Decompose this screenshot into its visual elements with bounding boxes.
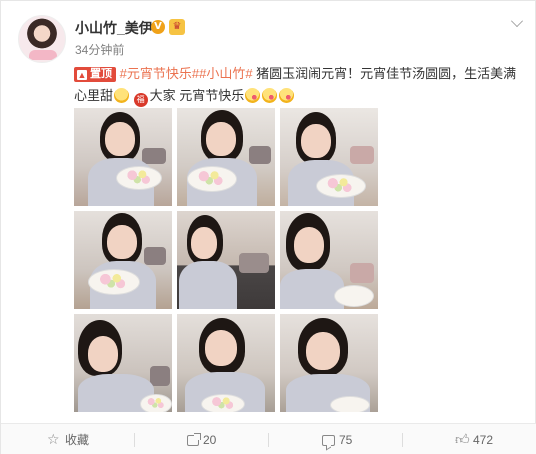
photo-4[interactable] [74,211,172,309]
photo-9[interactable] [280,314,378,412]
photo-3[interactable] [280,108,378,206]
photo-1[interactable] [74,108,172,206]
photo-2[interactable] [177,108,275,206]
hashtag-lantern-festival[interactable]: #元宵节快乐# [120,66,199,81]
red-envelope-icon: 福 [133,93,148,107]
divider [134,433,135,447]
hashtag-xiaoshanzhu[interactable]: #小山竹# [199,66,252,81]
username[interactable]: 小山竹_美伊 [75,19,153,37]
kiss-emoji-icon [245,88,261,103]
divider [268,433,269,447]
post-time[interactable]: 34分钟前 [75,43,124,57]
photo-grid [74,108,380,412]
kiss-emoji-icon [262,88,278,103]
photo-5[interactable] [177,211,275,309]
photo-7[interactable] [74,314,172,412]
photo-8[interactable] [177,314,275,412]
pinned-badge: ▲ 置顶 [74,67,116,82]
photo-6[interactable] [280,211,378,309]
favorite-button[interactable]: ☆ 收藏 [47,424,89,454]
like-button[interactable]: 👍︎ 472 [455,424,493,454]
favorite-label: 收藏 [65,433,90,447]
star-icon: ☆ [47,432,60,448]
like-count: 472 [473,433,494,447]
member-crown-icon: ♛ [169,19,185,35]
share-icon [187,432,201,446]
post-text: ▲ 置顶 #元宵节快乐##小山竹# 猪圆玉润闹元宵！元宵佳节汤圆圆，生活美满心里甜… [74,63,526,107]
repost-count: 20 [203,433,217,447]
smile-emoji-icon [114,88,130,103]
pin-icon: ▲ [77,70,87,80]
weibo-post-card: 小山竹_美伊 V ♛ 34分钟前 ▲ 置顶 #元宵节快乐##小山竹# 猪圆玉润闹元… [0,0,536,454]
avatar[interactable] [18,15,66,63]
kiss-emoji-icon [279,88,295,103]
chevron-down-icon[interactable] [511,15,523,27]
divider [402,433,403,447]
comment-icon [322,434,335,446]
post-tail-text: 大家 元宵节快乐 [149,88,245,103]
verified-badge-icon: V [151,20,165,34]
repost-button[interactable]: 20 [187,424,216,454]
comment-button[interactable]: 75 [322,424,352,454]
pinned-label: 置顶 [90,68,112,80]
comment-count: 75 [339,433,353,447]
action-bar: ☆ 收藏 20 75 👍︎ 472 [1,423,536,454]
thumbs-up-icon: 👍︎ [455,432,470,448]
